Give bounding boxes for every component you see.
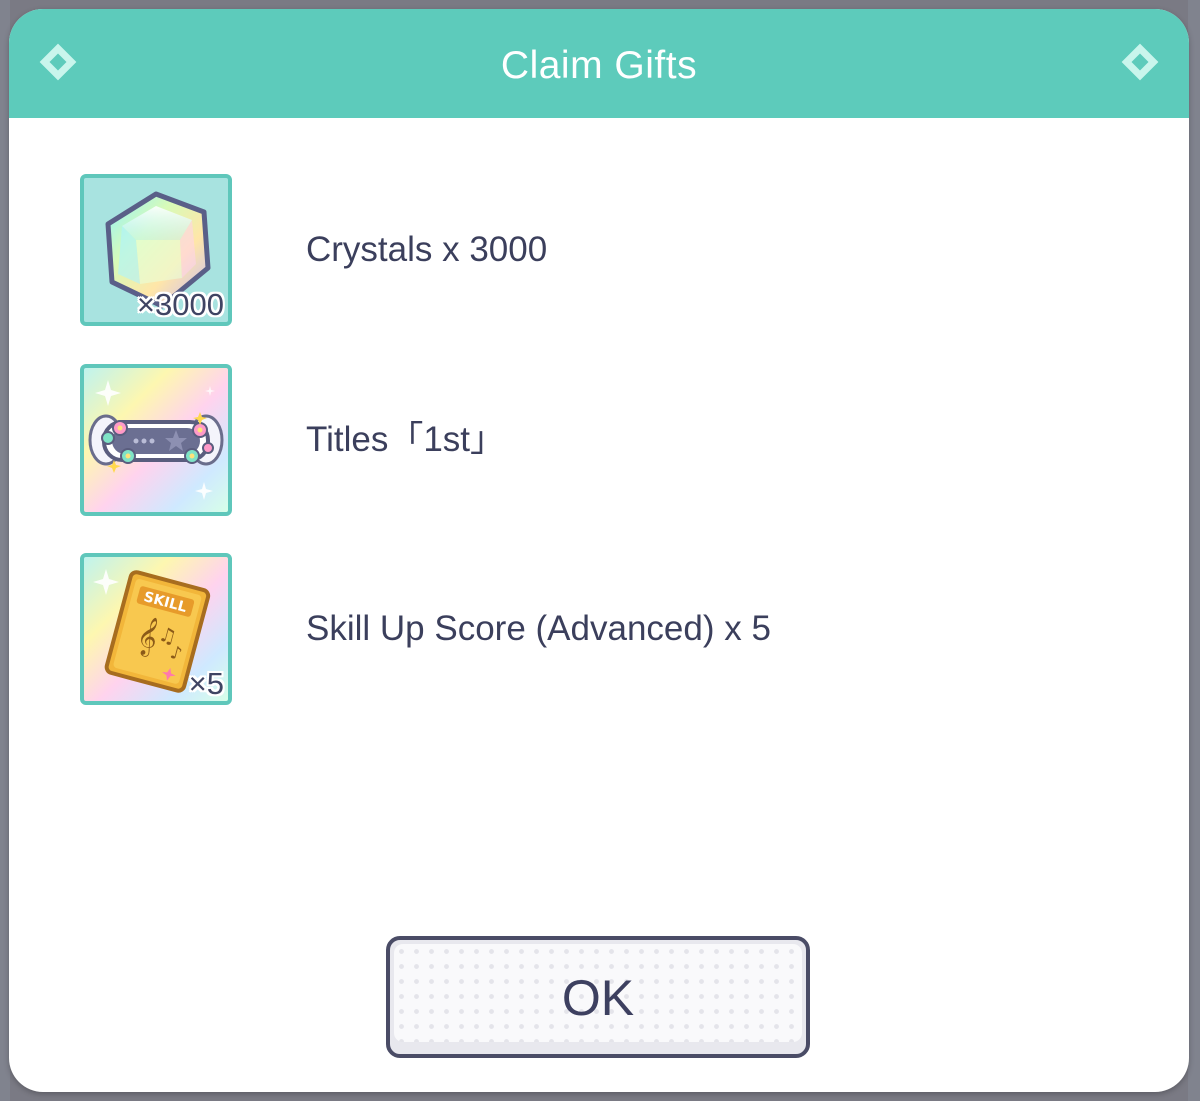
ok-button[interactable]: OK	[386, 936, 810, 1058]
gift-label: Crystals x 3000	[306, 230, 548, 269]
gift-item-skill-score: SKILL 𝄞 ♫ ♪ ×5 Skill Up Score (Advanced)…	[80, 553, 1140, 705]
gift-label: Skill Up Score (Advanced) x 5	[306, 609, 771, 648]
ok-button-label: OK	[561, 970, 635, 1026]
dialog-title: Claim Gifts	[500, 44, 698, 87]
gift-label: Titles「1st」	[306, 420, 506, 459]
gift-item-title: Titles「1st」	[80, 364, 1140, 516]
dialog-header: Claim Gifts	[9, 9, 1189, 118]
gift-count-badge: ×5	[188, 666, 224, 701]
claim-gifts-dialog: Claim Gifts ×3000 Crystals x 3000 Titles…	[9, 9, 1189, 1092]
skill-score-book-icon: SKILL 𝄞 ♫ ♪ ×5	[80, 553, 232, 705]
gift-item-crystals: ×3000 Crystals x 3000	[80, 174, 1140, 326]
gift-count-badge: ×3000	[136, 287, 224, 322]
title-plate-icon	[80, 364, 232, 516]
background-edge-right	[1188, 0, 1200, 1101]
crystal-icon: ×3000	[80, 174, 232, 326]
